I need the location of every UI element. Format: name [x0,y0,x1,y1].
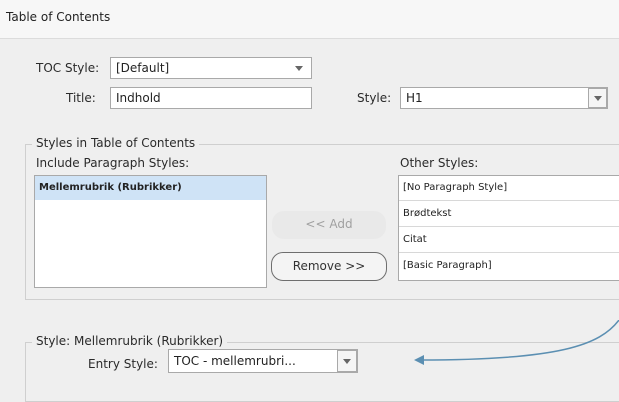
include-styles-label: Include Paragraph Styles: [36,156,190,170]
remove-button[interactable]: Remove >> [271,252,387,281]
toc-style-dropdown[interactable]: [Default] [110,57,312,79]
toc-style-label: TOC Style: [36,61,100,75]
list-item[interactable]: [Basic Paragraph] [399,254,619,278]
include-styles-list[interactable]: Mellemrubrik (Rubrikker) [34,175,267,288]
entry-style-label: Style: [357,91,392,105]
add-button[interactable]: << Add [272,211,386,239]
dialog-title: Table of Contents [6,10,111,24]
chevron-down-icon [295,66,303,71]
dialog-titlebar: Table of Contents [0,0,619,39]
entry-style-value: TOC - mellemrubri... [174,354,296,368]
entry-style-dropdown[interactable]: TOC - mellemrubri... [168,349,358,373]
styles-group-title: Styles in Table of Contents [32,136,200,150]
arrow-left-icon [414,320,619,365]
other-styles-list[interactable]: [No Paragraph Style] Brødtekst Citat [Ba… [398,175,619,281]
title-style-value: H1 [406,91,423,105]
other-styles-label: Other Styles: [400,156,479,170]
title-style-dropdown[interactable]: H1 [400,87,608,109]
entry-style-label: Entry Style: [88,357,158,371]
list-item[interactable]: [No Paragraph Style] [399,176,619,201]
annotation-arrow-path [419,320,619,361]
toc-style-value: [Default] [116,61,170,75]
list-item[interactable]: Mellemrubrik (Rubrikker) [35,176,266,200]
entry-style-dropdown-button[interactable] [337,350,357,372]
list-item[interactable]: Citat [399,228,619,253]
chevron-down-icon [343,359,351,364]
chevron-down-icon [594,96,602,101]
title-label: Title: [66,91,96,105]
annotation-arrow-head [414,355,424,365]
title-input-value: Indhold [116,91,161,105]
title-input[interactable]: Indhold [110,87,312,109]
title-style-dropdown-button[interactable] [588,88,607,108]
style-group-title: Style: Mellemrubrik (Rubrikker) [32,334,228,348]
list-item[interactable]: Brødtekst [399,202,619,227]
